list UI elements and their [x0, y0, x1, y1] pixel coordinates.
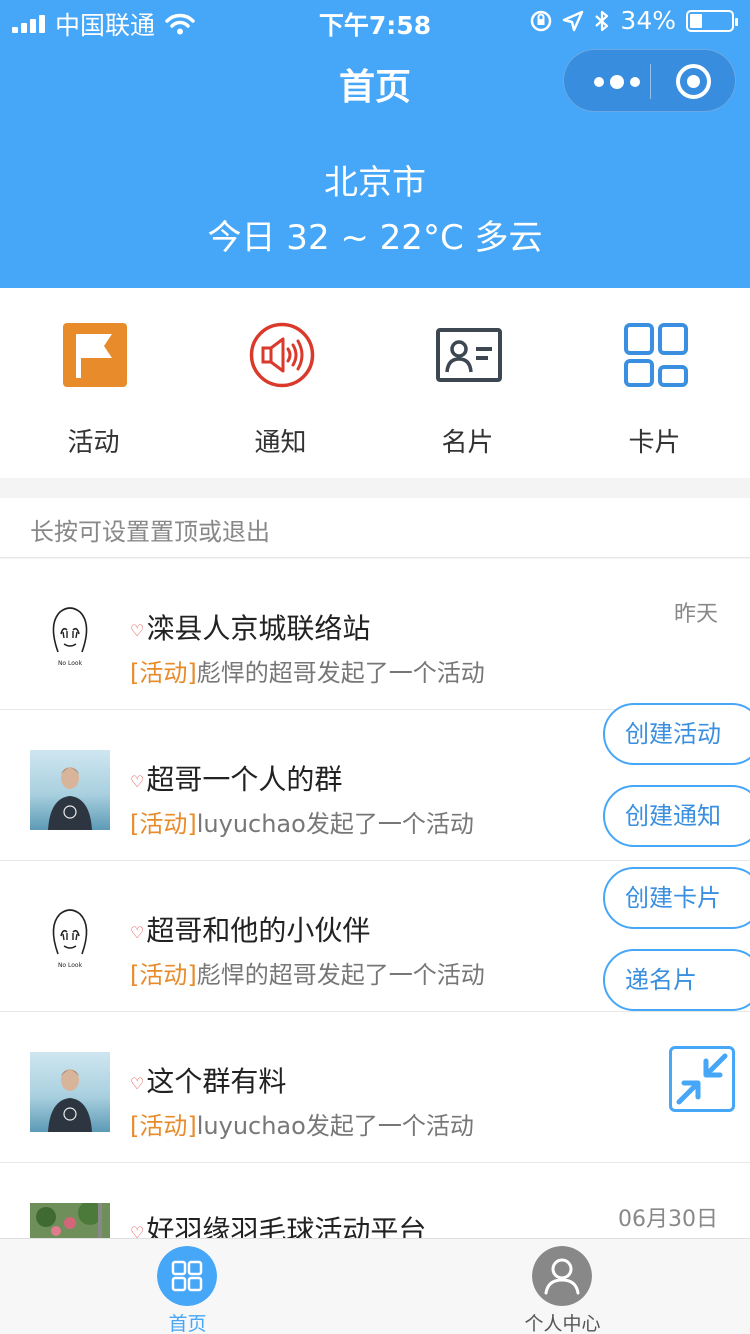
message-text: 彪悍的超哥发起了一个活动: [196, 659, 485, 687]
message-tag: [活动]: [130, 1112, 197, 1140]
group-latest-message: [活动]luyuchao发起了一个活动: [130, 804, 474, 839]
close-target-button[interactable]: [676, 64, 711, 99]
hint-bar: 长按可设置置顶或退出: [0, 498, 750, 558]
no-look-caption: No Look: [58, 962, 83, 969]
status-bar: 中国联通 下午7:58 34%: [0, 0, 750, 40]
create-notice-button[interactable]: 创建通知: [603, 785, 750, 847]
group-name-text: 好羽缘羽毛球活动平台: [146, 1214, 427, 1239]
home-grid-icon: [157, 1246, 217, 1306]
user-icon: [532, 1246, 592, 1306]
more-button[interactable]: [584, 50, 650, 113]
no-look-avatar: No Look: [30, 594, 110, 674]
photo-avatar: [30, 1052, 110, 1132]
garden-avatar: [30, 1203, 110, 1239]
group-name-text: 这个群有料: [146, 1065, 287, 1098]
grid-icon: [624, 323, 688, 387]
group-name: ♡这个群有料: [130, 1060, 286, 1100]
more-dot-icon: [610, 74, 624, 89]
group-name-text: 超哥一个人的群: [146, 763, 343, 796]
quick-action-label: 活动: [67, 428, 120, 458]
heart-icon: ♡: [130, 620, 145, 640]
quick-action-cards[interactable]: 卡片: [561, 288, 748, 478]
more-dot-icon: [594, 76, 604, 87]
tab-home[interactable]: 首页: [0, 1239, 375, 1334]
send-namecard-button[interactable]: 递名片: [603, 949, 750, 1011]
list-item[interactable]: ♡好羽缘羽毛球活动平台 06月30日: [0, 1163, 750, 1239]
heart-icon: ♡: [130, 1073, 145, 1093]
contact-card-icon: [436, 328, 502, 382]
message-tag: [活动]: [130, 961, 197, 989]
quick-action-activity[interactable]: 活动: [0, 288, 187, 478]
mini-program-capsule: [563, 49, 736, 112]
message-tag: [活动]: [130, 659, 197, 687]
heart-icon: ♡: [130, 922, 145, 942]
speaker-icon: [249, 322, 315, 388]
orientation-lock-icon: [531, 10, 552, 31]
no-look-caption: No Look: [58, 660, 83, 667]
quick-action-label: 卡片: [628, 428, 681, 458]
message-text: luyuchao发起了一个活动: [196, 810, 474, 838]
flag-icon: [63, 323, 127, 387]
group-latest-message: [活动]彪悍的超哥发起了一个活动: [130, 653, 485, 688]
more-dot-icon: [630, 76, 640, 87]
create-card-button[interactable]: 创建卡片: [603, 867, 750, 929]
heart-icon: ♡: [130, 1222, 145, 1240]
battery-percent: 34%: [620, 6, 676, 35]
list-item[interactable]: ♡这个群有料 [活动]luyuchao发起了一个活动: [0, 1012, 750, 1163]
message-time: 06月30日: [618, 1207, 718, 1232]
quick-action-namecard[interactable]: 名片: [374, 288, 561, 478]
group-latest-message: [活动]彪悍的超哥发起了一个活动: [130, 955, 485, 990]
group-name: ♡超哥和他的小伙伴: [130, 909, 370, 949]
group-latest-message: [活动]luyuchao发起了一个活动: [130, 1106, 474, 1141]
photo-avatar: [30, 750, 110, 830]
location-icon: [563, 10, 584, 31]
tab-label: 个人中心: [524, 1313, 601, 1334]
message-time: 昨天: [673, 602, 718, 627]
heart-icon: ♡: [130, 771, 145, 791]
list-item[interactable]: No Look ♡滦县人京城联络站 [活动]彪悍的超哥发起了一个活动 昨天: [0, 559, 750, 710]
battery-icon: [686, 9, 738, 32]
group-name: ♡超哥一个人的群: [130, 758, 342, 798]
message-text: luyuchao发起了一个活动: [196, 1112, 474, 1140]
message-text: 彪悍的超哥发起了一个活动: [196, 961, 485, 989]
collapse-menu-button[interactable]: [669, 1046, 735, 1112]
group-name-text: 滦县人京城联络站: [146, 612, 371, 645]
header: 中国联通 下午7:58 34% 首页 北京市 今日 32 ~ 22°C 多云: [0, 0, 750, 288]
quick-action-label: 名片: [441, 428, 494, 458]
group-name: ♡好羽缘羽毛球活动平台: [130, 1209, 426, 1239]
quick-actions: 活动 通知 名片 卡片: [0, 288, 750, 478]
create-activity-button[interactable]: 创建活动: [603, 703, 750, 765]
no-look-avatar: No Look: [30, 896, 110, 976]
collapse-arrows-icon: [676, 1053, 728, 1105]
weather-summary: 今日 32 ~ 22°C 多云: [207, 218, 543, 258]
group-name: ♡滦县人京城联络站: [130, 607, 370, 647]
tab-label: 首页: [168, 1313, 207, 1334]
weather-city: 北京市: [324, 163, 426, 203]
quick-action-notice[interactable]: 通知: [187, 288, 374, 478]
capsule-divider: [650, 64, 651, 99]
tab-profile[interactable]: 个人中心: [375, 1239, 750, 1334]
quick-action-label: 通知: [254, 428, 307, 458]
hint-text: 长按可设置置顶或退出: [30, 518, 270, 546]
group-name-text: 超哥和他的小伙伴: [146, 914, 371, 947]
message-tag: [活动]: [130, 810, 197, 838]
bluetooth-icon: [595, 10, 609, 31]
tab-bar: 首页 个人中心: [0, 1238, 750, 1334]
status-right: 34%: [530, 6, 738, 35]
